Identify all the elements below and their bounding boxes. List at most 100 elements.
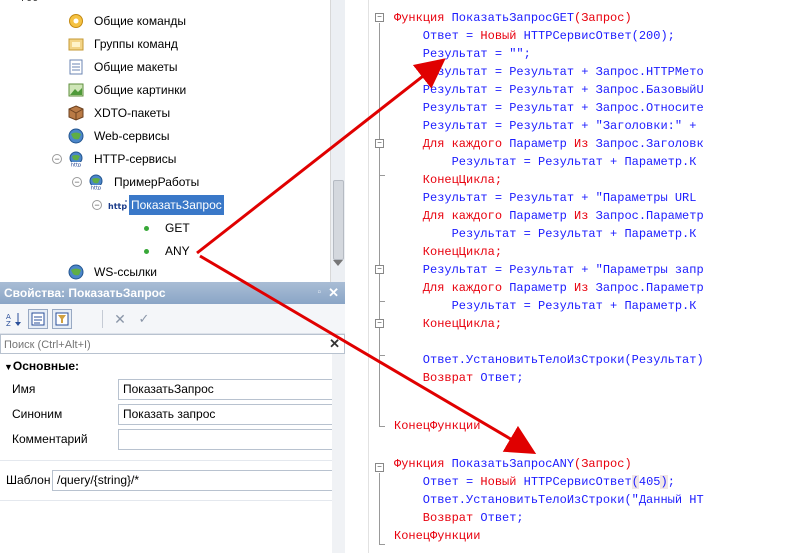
tree-item-label: Web-сервисы: [94, 129, 170, 143]
code-token: (: [631, 475, 639, 489]
code-token: Результат = Результат + Запрос.HTTPМето: [394, 65, 704, 79]
fold-collapse-icon[interactable]: −: [375, 265, 384, 274]
tree-item-common-pictures[interactable]: Общие картинки: [0, 79, 330, 101]
code-line: Для каждого Параметр Из Запрос.Параметр: [394, 279, 704, 297]
svg-text:http: http: [91, 186, 101, 191]
tree-item-xdto-packages[interactable]: XDTO-пакеты: [0, 102, 330, 124]
property-label: Имя: [12, 382, 36, 396]
fold-guide: [379, 23, 380, 426]
code-token: (Запрос): [574, 457, 632, 471]
fold-guide-tick: [379, 544, 385, 545]
filter-properties-icon[interactable]: [52, 309, 72, 329]
code-line: Ответ.УстановитьТелоИзСтроки("Данный HT: [394, 491, 704, 509]
code-token: ): [660, 475, 668, 489]
code-line: Для каждого Параметр Из Запрос.Заголовк: [394, 135, 704, 153]
pin-icon[interactable]: ▫: [317, 282, 321, 304]
fold-guide-tick: [379, 355, 385, 356]
sort-alphabetical-icon[interactable]: AZ: [4, 309, 24, 329]
group-by-category-icon[interactable]: [28, 309, 48, 329]
metadata-tree: Общие команды Группы команд Общие макеты…: [0, 0, 345, 282]
code-line: Результат = Результат + Запрос.HTTPМето: [394, 63, 704, 81]
tree-item-http-services[interactable]: − http HTTP-сервисы: [0, 148, 330, 170]
synonym-field[interactable]: Показать запрос: [118, 404, 340, 425]
code-token: Новый: [480, 29, 524, 43]
common-commands-icon: [68, 13, 84, 29]
tree-item-command-groups[interactable]: Группы команд: [0, 33, 330, 55]
tree-item-common-commands[interactable]: Общие команды: [0, 10, 330, 32]
code-token: КонецЦикла;: [394, 173, 503, 187]
code-line: Ответ = Новый HTTPСервисОтвет(405);: [394, 473, 675, 491]
left-panel: 700 Общие команды Группы команд Общие ма…: [0, 0, 345, 553]
divider: [0, 500, 345, 501]
code-token: Результат = Результат + "Параметры запр: [394, 263, 704, 277]
scroll-down-icon[interactable]: [333, 260, 343, 266]
tree-item-label: WS-ссылки: [94, 265, 157, 279]
code-line: Результат = "";: [394, 45, 531, 63]
tree-item-ws-links[interactable]: WS-ссылки: [0, 261, 330, 282]
tree-item-label: HTTP-сервисы: [94, 152, 177, 166]
fold-collapse-icon[interactable]: −: [375, 13, 384, 22]
tree-item-label: GET: [165, 221, 190, 235]
collapse-icon[interactable]: −: [92, 200, 102, 210]
code-line: Результат = Результат + "Параметры запр: [394, 261, 704, 279]
property-label: Комментарий: [12, 432, 88, 446]
fold-collapse-icon[interactable]: −: [375, 463, 384, 472]
delete-icon[interactable]: ✕: [110, 309, 130, 329]
code-token: Параметр: [509, 281, 575, 295]
code-token: Функция: [394, 457, 452, 471]
properties-title: Свойства: ПоказатьЗапрос: [4, 286, 166, 300]
tree-item-method-get[interactable]: GET: [0, 217, 330, 239]
fold-guide-tick: [379, 426, 385, 427]
properties-scrollbar[interactable]: [332, 354, 345, 553]
code-line: КонецЦикла;: [394, 315, 502, 333]
section-title: Основные:: [12, 359, 80, 373]
tree-item-label: XDTO-пакеты: [94, 106, 171, 120]
fold-guide-tick: [379, 175, 385, 176]
code-token: ПоказатьЗапросANY: [451, 457, 575, 471]
code-line: Результат = Результат + Параметр.К: [394, 153, 697, 171]
comment-field[interactable]: [118, 429, 340, 450]
tree-item-http-service-example[interactable]: − http ПримерРаботы: [0, 171, 330, 193]
property-row-comment: Комментарий: [0, 429, 345, 451]
code-token: Ответ;: [480, 371, 524, 385]
svg-text:http: http: [71, 163, 81, 168]
http-services-icon: http: [68, 151, 84, 169]
collapse-icon[interactable]: −: [52, 154, 62, 164]
code-line: Функция ПоказатьЗапросGET(Запрос): [394, 9, 632, 27]
code-editor[interactable]: Функция ПоказатьЗапросGET(Запрос) Ответ …: [368, 0, 805, 553]
tree-scrollbar[interactable]: [330, 0, 345, 282]
code-token: КонецФункции: [394, 529, 481, 543]
code-token: Ответ.УстановитьТелоИзСтроки(Результат): [394, 353, 704, 367]
scrollbar-thumb[interactable]: [333, 180, 344, 260]
code-token: Функция: [394, 11, 452, 25]
template-field[interactable]: /query/{string}/*: [52, 470, 340, 491]
code-token: ;: [667, 475, 675, 489]
tree-item-web-services[interactable]: Web-сервисы: [0, 125, 330, 147]
code-line: Результат = Результат + Параметр.К: [394, 225, 697, 243]
code-token: Результат = Результат + Запрос.БазовыйU: [394, 83, 704, 97]
tree-item-label: Общие картинки: [94, 83, 187, 97]
search-input[interactable]: [4, 337, 314, 352]
web-services-icon: [68, 128, 84, 144]
close-icon[interactable]: ✕: [328, 282, 339, 304]
code-token: Новый: [480, 475, 524, 489]
code-token: Результат = Результат + "Заголовки:" +: [394, 119, 697, 133]
name-field[interactable]: ПоказатьЗапрос: [118, 379, 340, 400]
code-token: Для каждого: [394, 209, 510, 223]
property-row-template: Шаблон /query/{string}/*: [0, 470, 345, 492]
section-header-basic[interactable]: ▼Основные:: [4, 359, 79, 373]
tree-item-method-any[interactable]: ANY: [0, 240, 330, 262]
collapse-icon[interactable]: −: [72, 177, 82, 187]
property-label: Синоним: [12, 407, 63, 421]
tree-item-label: ПримерРаботы: [114, 175, 200, 189]
fold-collapse-icon[interactable]: −: [375, 139, 384, 148]
tree-item-show-request-template[interactable]: − http ПоказатьЗапрос: [0, 194, 330, 216]
code-token: Ответ.УстановитьТелоИзСтроки("Данный HT: [394, 493, 704, 507]
code-line: Результат = Результат + "Параметры URL: [394, 189, 697, 207]
fold-collapse-icon[interactable]: −: [375, 319, 384, 328]
clear-search-icon[interactable]: ✕: [329, 336, 340, 352]
tree-item-label: ANY: [165, 244, 190, 258]
tree-item-common-templates[interactable]: Общие макеты: [0, 56, 330, 78]
checkmark-icon[interactable]: ✓: [134, 309, 154, 329]
toolbar-separator: [102, 310, 103, 328]
